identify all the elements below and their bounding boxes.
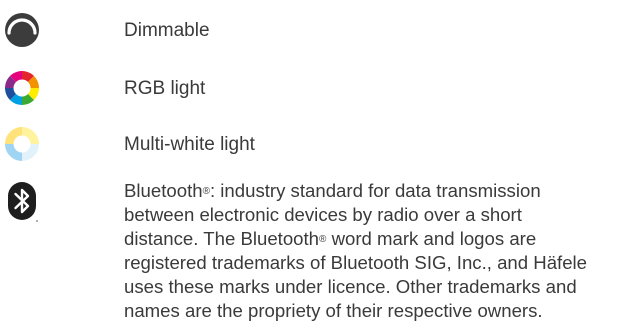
bluetooth-description-line: Bluetooth®: industry standard for data t… bbox=[124, 180, 541, 201]
legend-label-multiwhite: Multi-white light bbox=[124, 134, 255, 155]
registered-mark: ® bbox=[202, 186, 210, 197]
bluetooth-description-line: names are the propriety of their respect… bbox=[124, 300, 543, 321]
legend-label-rgb: RGB light bbox=[124, 78, 206, 99]
legend-label-dimmable: Dimmable bbox=[124, 20, 210, 41]
bluetooth-icon bbox=[4, 180, 40, 224]
registered-mark: ® bbox=[319, 234, 327, 245]
icon-legend: Dimmable RGB light Multi-white light Blu… bbox=[0, 0, 640, 322]
rgb-color-wheel-icon bbox=[4, 70, 40, 106]
bluetooth-description-line: distance. The Bluetooth® word mark and l… bbox=[124, 228, 537, 249]
bluetooth-description-line: registered trademarks of Bluetooth SIG, … bbox=[124, 252, 588, 273]
dimmable-icon bbox=[4, 12, 40, 48]
bluetooth-description-line: uses these marks under licence. Other tr… bbox=[124, 276, 577, 297]
multi-white-icon bbox=[4, 126, 40, 162]
bluetooth-description: Bluetooth®: industry standard for data t… bbox=[124, 179, 640, 323]
bluetooth-description-line: between electronic devices by radio over… bbox=[124, 204, 522, 225]
